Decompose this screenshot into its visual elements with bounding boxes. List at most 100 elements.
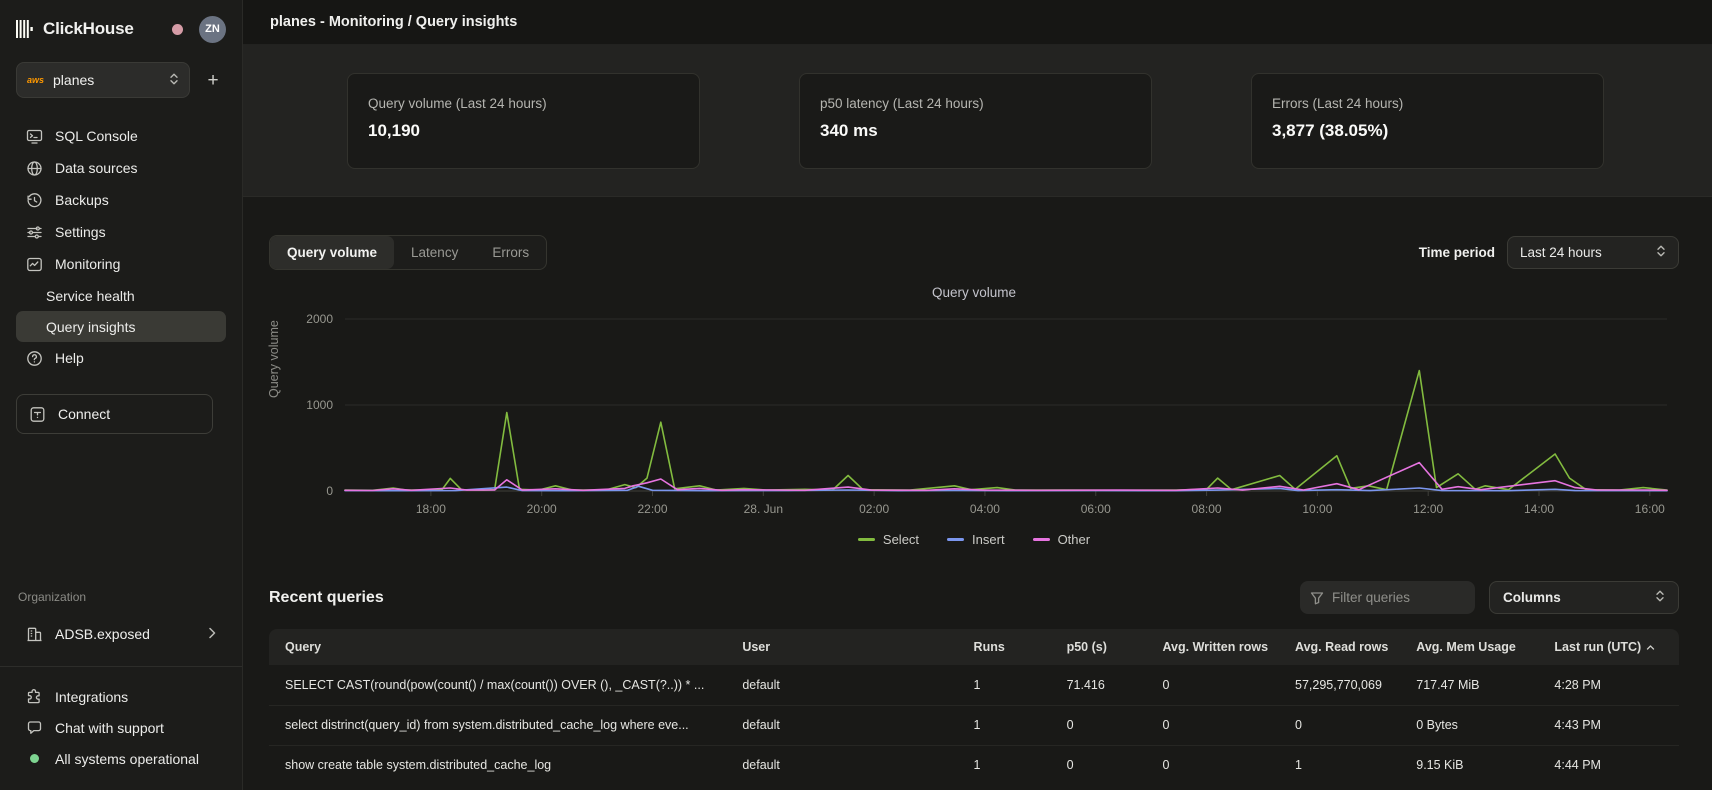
svg-text:02:00: 02:00: [859, 502, 889, 516]
table-cell: 0: [1059, 745, 1155, 785]
organization-item[interactable]: ADSB.exposed: [16, 618, 226, 650]
breadcrumb: planes - Monitoring / Query insights: [270, 14, 517, 30]
stat-value: 10,190: [368, 121, 679, 141]
tab-latency[interactable]: Latency: [394, 236, 475, 269]
backups-icon: [26, 192, 43, 209]
service-name: planes: [53, 72, 94, 88]
sidebar-item-label: Settings: [55, 224, 106, 240]
service-selector-row: aws planes +: [16, 62, 226, 98]
table-cell: 1: [966, 665, 1059, 705]
service-select[interactable]: aws planes: [16, 62, 190, 98]
column-header-runs[interactable]: Runs: [966, 629, 1059, 665]
svg-text:04:00: 04:00: [970, 502, 1000, 516]
recent-queries-header-row: Recent queries Columns: [269, 581, 1679, 614]
user-avatar[interactable]: ZN: [199, 16, 226, 43]
table-row[interactable]: show create table system.distributed_cac…: [269, 745, 1679, 785]
content: Query volumeLatencyErrors Time period La…: [243, 197, 1712, 790]
connect-label: Connect: [58, 406, 110, 422]
top-header: planes - Monitoring / Query insights: [243, 0, 1712, 45]
sidebar-item-help[interactable]: Help: [16, 342, 226, 374]
table-cell: 1: [966, 705, 1059, 745]
legend-swatch: [947, 538, 964, 541]
svg-text:2000: 2000: [306, 312, 333, 326]
sidebar-item-service-health[interactable]: Service health: [16, 280, 226, 311]
sidebar-item-integrations[interactable]: Integrations: [16, 681, 226, 712]
query-cell: select distrinct(query_id) from system.d…: [269, 705, 734, 745]
sidebar: ClickHouse ZN aws planes + SQL Console Da…: [0, 0, 243, 790]
svg-text:22:00: 22:00: [637, 502, 667, 516]
sidebar-item-label: Integrations: [55, 689, 128, 705]
integrations-icon: [26, 688, 43, 705]
sidebar-footer: Integrations Chat with support All systems…: [16, 681, 226, 774]
svg-text:16:00: 16:00: [1635, 502, 1665, 516]
column-header-avg-written-rows[interactable]: Avg. Written rows: [1154, 629, 1287, 665]
filter-queries-box: [1300, 581, 1475, 614]
legend-item-other[interactable]: Other: [1033, 532, 1091, 547]
sidebar-item-label: Chat with support: [55, 720, 164, 736]
table-cell: 4:28 PM: [1546, 665, 1679, 705]
add-service-button[interactable]: +: [200, 67, 226, 93]
sidebar-item-all-systems-operational[interactable]: All systems operational: [16, 743, 226, 774]
stat-label: Errors (Last 24 hours): [1272, 96, 1583, 111]
legend-label: Insert: [972, 532, 1005, 547]
app-title: ClickHouse: [43, 19, 134, 39]
column-header-avg-mem-usage[interactable]: Avg. Mem Usage: [1408, 629, 1546, 665]
stats-strip: Query volume (Last 24 hours)10,190p50 la…: [243, 45, 1712, 197]
sidebar-item-sql-console[interactable]: SQL Console: [16, 120, 226, 152]
sidebar-item-label: SQL Console: [55, 128, 138, 144]
table-cell: default: [734, 665, 965, 705]
sidebar-item-chat-with-support[interactable]: Chat with support: [16, 712, 226, 743]
aws-icon: aws: [27, 75, 44, 85]
svg-text:0: 0: [326, 484, 333, 498]
column-header-user[interactable]: User: [734, 629, 965, 665]
stat-card: p50 latency (Last 24 hours)340 ms: [799, 73, 1152, 169]
table-cell: 0: [1059, 705, 1155, 745]
table-cell: default: [734, 745, 965, 785]
table-cell: 0: [1287, 705, 1408, 745]
filter-queries-input[interactable]: [1332, 590, 1452, 605]
sidebar-item-settings[interactable]: Settings: [16, 216, 226, 248]
svg-text:10:00: 10:00: [1302, 502, 1332, 516]
sidebar-item-data-sources[interactable]: Data sources: [16, 152, 226, 184]
columns-label: Columns: [1503, 590, 1561, 605]
column-header-avg-read-rows[interactable]: Avg. Read rows: [1287, 629, 1408, 665]
time-period-select[interactable]: Last 24 hours: [1507, 236, 1679, 269]
table-row[interactable]: select distrinct(query_id) from system.d…: [269, 705, 1679, 745]
chart-legend: Select Insert Other: [269, 532, 1679, 547]
table-cell: 0: [1154, 745, 1287, 785]
table-row[interactable]: SELECT CAST(round(pow(count() / max(coun…: [269, 665, 1679, 705]
table-cell: 9.15 KiB: [1408, 745, 1546, 785]
columns-select[interactable]: Columns: [1489, 581, 1679, 614]
table-cell: 57,295,770,069: [1287, 665, 1408, 705]
sidebar-item-monitoring[interactable]: Monitoring: [16, 248, 226, 280]
table-cell: 0 Bytes: [1408, 705, 1546, 745]
main: planes - Monitoring / Query insights Que…: [243, 0, 1712, 790]
time-period-control: Time period Last 24 hours: [1419, 236, 1679, 269]
chevron-updown-icon: [169, 72, 179, 89]
sidebar-item-label: Help: [55, 350, 84, 366]
sidebar-nav: SQL Console Data sourcesBackups Settings Mo…: [16, 120, 226, 374]
legend-swatch: [1033, 538, 1050, 541]
recent-queries-table: QueryUserRunsp50 (s)Avg. Written rowsAvg…: [269, 629, 1679, 785]
funnel-icon: [1310, 591, 1324, 605]
recent-queries-title: Recent queries: [269, 589, 384, 607]
legend-item-insert[interactable]: Insert: [947, 532, 1005, 547]
connect-button[interactable]: Connect: [16, 394, 213, 434]
monitoring-icon: [26, 256, 43, 273]
column-header-query[interactable]: Query: [269, 629, 734, 665]
tab-query-volume[interactable]: Query volume: [270, 236, 394, 269]
legend-swatch: [858, 538, 875, 541]
legend-label: Select: [883, 532, 919, 547]
column-header-last-run-utc-[interactable]: Last run (UTC): [1546, 629, 1679, 665]
svg-text:12:00: 12:00: [1413, 502, 1443, 516]
data-sources-icon: [26, 160, 43, 177]
sidebar-item-query-insights[interactable]: Query insights: [16, 311, 226, 342]
legend-item-select[interactable]: Select: [858, 532, 919, 547]
stat-label: p50 latency (Last 24 hours): [820, 96, 1131, 111]
column-header-p50-s-[interactable]: p50 (s): [1059, 629, 1155, 665]
table-cell: default: [734, 705, 965, 745]
svg-text:28. Jun: 28. Jun: [744, 502, 783, 516]
sidebar-item-backups[interactable]: Backups: [16, 184, 226, 216]
notification-dot: [172, 24, 183, 35]
tab-errors[interactable]: Errors: [475, 236, 546, 269]
